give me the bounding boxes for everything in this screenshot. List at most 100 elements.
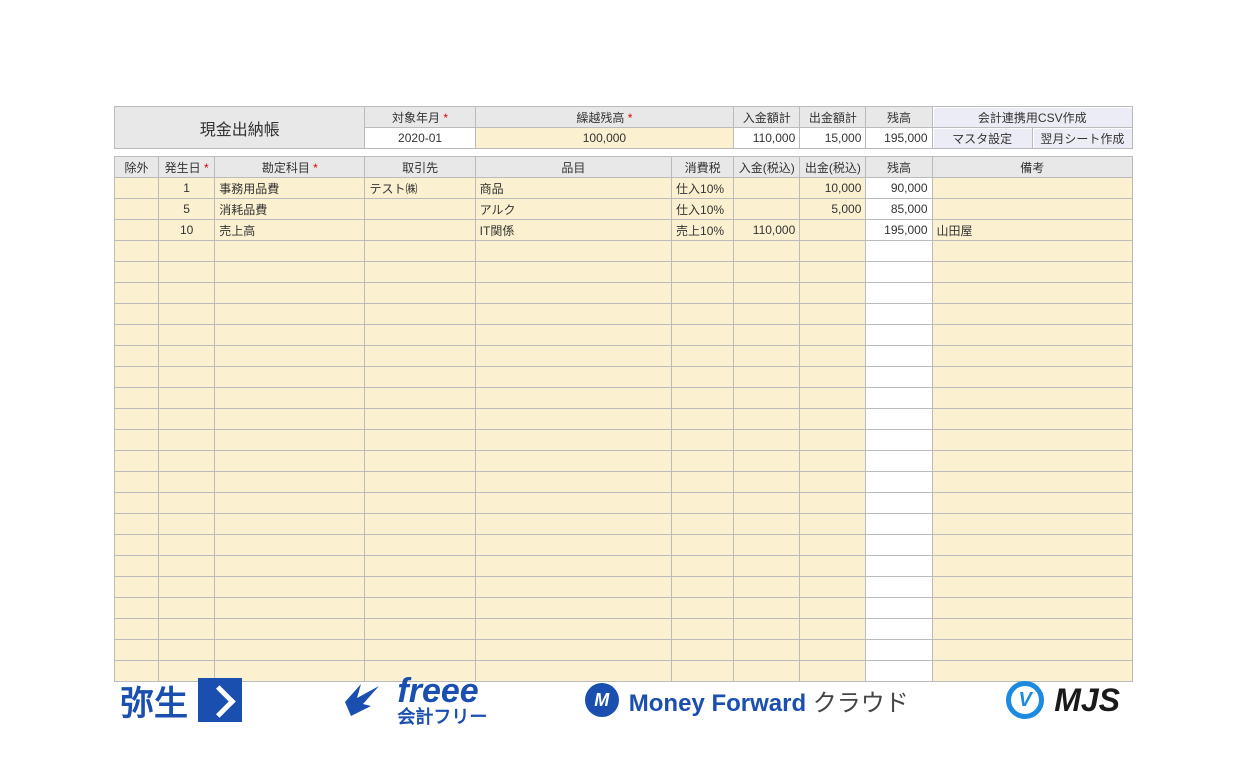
income-cell[interactable] xyxy=(734,451,800,472)
item-cell[interactable]: IT関係 xyxy=(475,220,671,241)
tax-cell[interactable]: 売上10% xyxy=(672,220,734,241)
note-cell[interactable] xyxy=(932,472,1132,493)
account-cell[interactable] xyxy=(215,640,365,661)
expense-cell[interactable] xyxy=(800,304,866,325)
income-cell[interactable] xyxy=(734,619,800,640)
vendor-cell[interactable] xyxy=(365,409,475,430)
item-cell[interactable] xyxy=(475,577,671,598)
expense-cell[interactable] xyxy=(800,241,866,262)
tax-cell[interactable] xyxy=(672,346,734,367)
expense-cell[interactable]: 5,000 xyxy=(800,199,866,220)
income-cell[interactable] xyxy=(734,346,800,367)
tax-cell[interactable] xyxy=(672,556,734,577)
day-cell[interactable] xyxy=(159,283,215,304)
expense-cell[interactable] xyxy=(800,430,866,451)
item-cell[interactable] xyxy=(475,640,671,661)
item-cell[interactable] xyxy=(475,619,671,640)
note-cell[interactable] xyxy=(932,325,1132,346)
vendor-cell[interactable] xyxy=(365,220,475,241)
target-month-input[interactable]: 2020-01 xyxy=(365,128,475,149)
note-cell[interactable] xyxy=(932,178,1132,199)
income-cell[interactable]: 110,000 xyxy=(734,220,800,241)
item-cell[interactable] xyxy=(475,241,671,262)
vendor-cell[interactable] xyxy=(365,367,475,388)
day-cell[interactable] xyxy=(159,472,215,493)
day-cell[interactable] xyxy=(159,241,215,262)
account-cell[interactable] xyxy=(215,577,365,598)
item-cell[interactable] xyxy=(475,493,671,514)
exclude-cell[interactable] xyxy=(115,178,159,199)
note-cell[interactable] xyxy=(932,241,1132,262)
vendor-cell[interactable] xyxy=(365,451,475,472)
vendor-cell[interactable] xyxy=(365,514,475,535)
account-cell[interactable] xyxy=(215,241,365,262)
item-cell[interactable] xyxy=(475,388,671,409)
note-cell[interactable] xyxy=(932,493,1132,514)
day-cell[interactable]: 10 xyxy=(159,220,215,241)
expense-cell[interactable] xyxy=(800,220,866,241)
day-cell[interactable] xyxy=(159,619,215,640)
exclude-cell[interactable] xyxy=(115,304,159,325)
note-cell[interactable] xyxy=(932,304,1132,325)
day-cell[interactable] xyxy=(159,304,215,325)
account-cell[interactable] xyxy=(215,367,365,388)
income-cell[interactable] xyxy=(734,388,800,409)
item-cell[interactable]: 商品 xyxy=(475,178,671,199)
day-cell[interactable] xyxy=(159,367,215,388)
tax-cell[interactable] xyxy=(672,283,734,304)
day-cell[interactable]: 1 xyxy=(159,178,215,199)
account-cell[interactable] xyxy=(215,619,365,640)
tax-cell[interactable] xyxy=(672,304,734,325)
tax-cell[interactable] xyxy=(672,535,734,556)
expense-cell[interactable] xyxy=(800,472,866,493)
item-cell[interactable]: アルク xyxy=(475,199,671,220)
vendor-cell[interactable] xyxy=(365,640,475,661)
note-cell[interactable] xyxy=(932,535,1132,556)
exclude-cell[interactable] xyxy=(115,367,159,388)
expense-cell[interactable] xyxy=(800,262,866,283)
opening-balance-input[interactable]: 100,000 xyxy=(475,128,733,149)
item-cell[interactable] xyxy=(475,325,671,346)
vendor-cell[interactable]: テスト㈱ xyxy=(365,178,475,199)
exclude-cell[interactable] xyxy=(115,283,159,304)
expense-cell[interactable] xyxy=(800,367,866,388)
day-cell[interactable] xyxy=(159,535,215,556)
account-cell[interactable] xyxy=(215,304,365,325)
item-cell[interactable] xyxy=(475,556,671,577)
tax-cell[interactable] xyxy=(672,514,734,535)
item-cell[interactable] xyxy=(475,367,671,388)
vendor-cell[interactable] xyxy=(365,598,475,619)
income-cell[interactable] xyxy=(734,325,800,346)
tax-cell[interactable] xyxy=(672,472,734,493)
day-cell[interactable]: 5 xyxy=(159,199,215,220)
tax-cell[interactable] xyxy=(672,598,734,619)
income-cell[interactable] xyxy=(734,430,800,451)
expense-cell[interactable] xyxy=(800,451,866,472)
note-cell[interactable] xyxy=(932,283,1132,304)
account-cell[interactable] xyxy=(215,409,365,430)
day-cell[interactable] xyxy=(159,556,215,577)
expense-cell[interactable] xyxy=(800,388,866,409)
income-cell[interactable] xyxy=(734,577,800,598)
vendor-cell[interactable] xyxy=(365,472,475,493)
note-cell[interactable] xyxy=(932,388,1132,409)
expense-cell[interactable] xyxy=(800,514,866,535)
day-cell[interactable] xyxy=(159,430,215,451)
expense-cell[interactable] xyxy=(800,346,866,367)
day-cell[interactable] xyxy=(159,514,215,535)
note-cell[interactable] xyxy=(932,451,1132,472)
note-cell[interactable] xyxy=(932,640,1132,661)
day-cell[interactable] xyxy=(159,640,215,661)
account-cell[interactable] xyxy=(215,535,365,556)
exclude-cell[interactable] xyxy=(115,409,159,430)
tax-cell[interactable] xyxy=(672,577,734,598)
tax-cell[interactable] xyxy=(672,325,734,346)
exclude-cell[interactable] xyxy=(115,199,159,220)
day-cell[interactable] xyxy=(159,388,215,409)
vendor-cell[interactable] xyxy=(365,430,475,451)
exclude-cell[interactable] xyxy=(115,577,159,598)
exclude-cell[interactable] xyxy=(115,640,159,661)
exclude-cell[interactable] xyxy=(115,619,159,640)
account-cell[interactable]: 事務用品費 xyxy=(215,178,365,199)
account-cell[interactable] xyxy=(215,598,365,619)
